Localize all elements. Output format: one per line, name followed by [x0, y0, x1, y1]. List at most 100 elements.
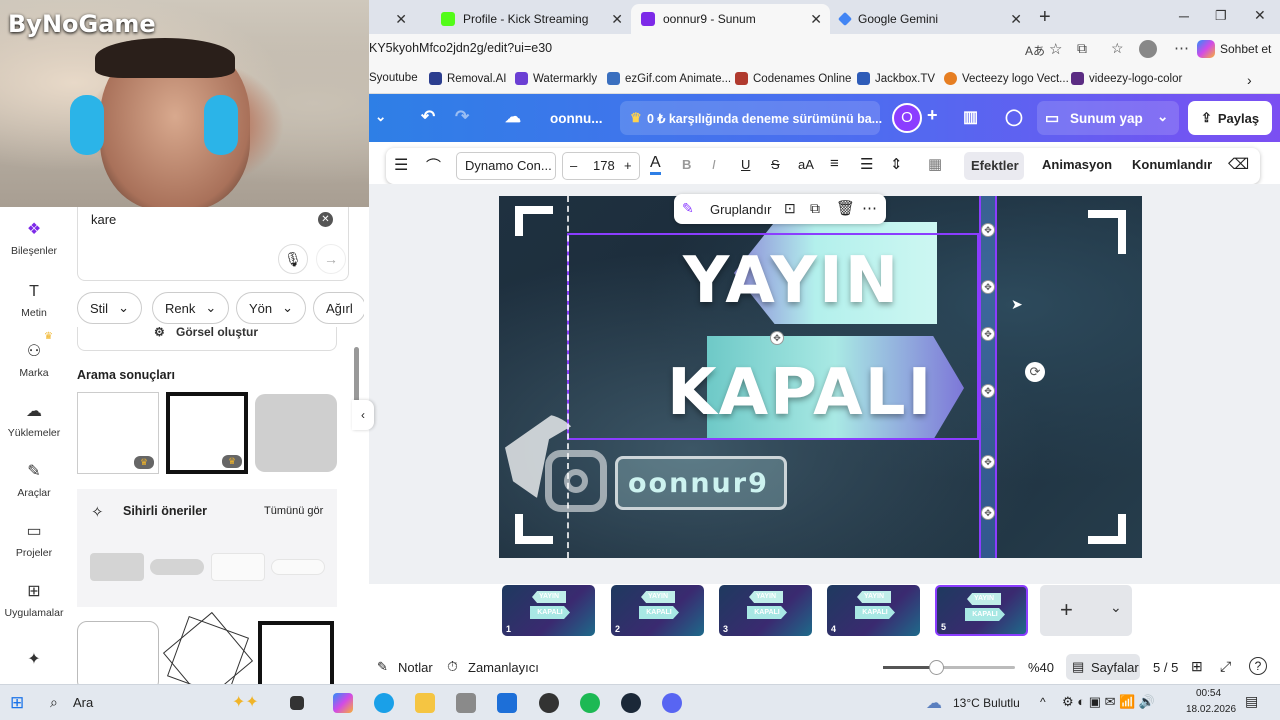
page-thumb-3[interactable]: YAYIN KAPALI 3: [719, 585, 812, 636]
suggestion-shape[interactable]: [211, 553, 265, 581]
timer-button[interactable]: Zamanlayıcı: [468, 660, 539, 675]
filter-weight[interactable]: Ağırl: [313, 292, 364, 324]
italic-icon[interactable]: I: [712, 157, 716, 172]
extensions-icon[interactable]: ⧉: [1077, 40, 1087, 57]
trash-icon[interactable]: 🗑: [836, 199, 855, 217]
read-aloud-icon[interactable]: Aあ: [1025, 42, 1045, 59]
result-item-2[interactable]: ♛: [166, 392, 248, 474]
edge-icon[interactable]: [374, 693, 394, 713]
bookmark-videezy[interactable]: videezy-logo-color: [1071, 72, 1182, 85]
strikethrough-icon[interactable]: S: [771, 157, 780, 172]
tab-canva[interactable]: oonnur9 - Sunum ✕: [631, 4, 830, 34]
font-size-value[interactable]: 178: [593, 158, 615, 173]
bookmark-removal[interactable]: Removal.AI: [429, 72, 506, 85]
menu-icon[interactable]: ☰: [394, 155, 408, 175]
minimize-button[interactable]: ─: [1179, 8, 1189, 24]
page-thumb-1[interactable]: YAYIN KAPALI 1: [502, 585, 595, 636]
spotify-icon[interactable]: [580, 693, 600, 713]
font-selector[interactable]: Dynamo Con...: [456, 152, 556, 180]
store-icon[interactable]: [456, 693, 476, 713]
page-counter[interactable]: 5 / 5: [1153, 660, 1178, 675]
rail-projects[interactable]: ▭ Projeler: [0, 523, 68, 559]
outlook-icon[interactable]: [497, 693, 517, 713]
clock-time[interactable]: 00:54: [1196, 688, 1221, 699]
bookmark-watermarkly[interactable]: Watermarkly: [515, 72, 597, 85]
clock-date[interactable]: 18.02.2026: [1186, 704, 1236, 715]
suggestion-shape[interactable]: [150, 559, 204, 575]
more-menu-icon[interactable]: ⋯: [1174, 39, 1189, 57]
comment-icon[interactable]: ◯: [1005, 107, 1023, 127]
profile-avatar[interactable]: [1139, 40, 1157, 58]
align-center-icon[interactable]: ≡: [830, 155, 839, 172]
result-brush-square[interactable]: [258, 621, 334, 684]
insights-icon[interactable]: ▥: [963, 107, 978, 127]
search-input[interactable]: kare: [91, 212, 116, 227]
arrow-right-icon[interactable]: →: [316, 244, 346, 274]
page-thumb-5[interactable]: YAYIN KAPALI 5: [935, 585, 1028, 636]
discord-icon[interactable]: [662, 693, 682, 713]
chevron-down-icon[interactable]: ⌄: [375, 109, 386, 125]
bookmark-ezgif[interactable]: ezGif.com Animate...: [607, 72, 731, 85]
suggestion-shape[interactable]: [90, 553, 144, 581]
tab-close-previous[interactable]: ✕: [381, 4, 421, 34]
result-rounded-square[interactable]: [77, 621, 159, 684]
doc-title[interactable]: oonnu...: [550, 111, 602, 126]
cloud-save-icon[interactable]: ☁: [505, 107, 521, 127]
obs-icon[interactable]: [539, 693, 559, 713]
bookmark-vecteezy[interactable]: Vecteezy logo Vect...: [944, 72, 1069, 85]
vertical-handle[interactable]: ✥: [981, 327, 995, 341]
position-button[interactable]: Konumlandır: [1132, 157, 1212, 172]
present-button[interactable]: ▭ Sunum yap ⌄: [1037, 101, 1179, 135]
chevron-down-icon[interactable]: ⌄: [1110, 599, 1122, 616]
rail-more[interactable]: ✦: [0, 651, 68, 675]
rail-apps[interactable]: ⊞ Uygulamalar: [0, 583, 68, 619]
help-button[interactable]: ?: [1249, 657, 1267, 675]
add-page-button[interactable]: + ⌄: [1040, 585, 1132, 636]
clear-search-icon[interactable]: ✕: [318, 212, 333, 227]
group-button[interactable]: Gruplandır: [710, 202, 771, 217]
result-item-3[interactable]: [255, 394, 337, 472]
rail-uploads[interactable]: ☁ Yüklemeler: [0, 403, 68, 439]
close-icon[interactable]: ✕: [1010, 11, 1022, 28]
add-collaborator-icon[interactable]: +: [927, 105, 938, 126]
font-size-stepper[interactable]: – 178 +: [562, 152, 640, 180]
vertical-handle[interactable]: ✥: [981, 455, 995, 469]
zoom-slider[interactable]: [883, 660, 1015, 675]
underline-icon[interactable]: U: [741, 157, 750, 172]
spacing-icon[interactable]: ⇕: [890, 155, 903, 173]
result-item-1[interactable]: ♛: [77, 392, 159, 474]
vertical-handle[interactable]: ✥: [981, 223, 995, 237]
task-view-icon[interactable]: [290, 696, 304, 710]
see-all-link[interactable]: Tümünü gör: [264, 505, 323, 517]
collaborator-avatar[interactable]: O: [892, 103, 922, 133]
duplicate-icon[interactable]: ⧉: [810, 200, 820, 217]
notes-button[interactable]: Notlar: [398, 660, 433, 675]
letter-case-icon[interactable]: aA: [798, 157, 814, 172]
taskbar-search[interactable]: Ara: [73, 695, 93, 710]
rail-brand[interactable]: ⚇ Marka: [0, 343, 68, 379]
weather-text[interactable]: 13°C Bulutlu: [953, 696, 1020, 710]
search-box[interactable]: kare ✕ 🎙 →: [77, 207, 349, 281]
decrease-size-button[interactable]: –: [570, 158, 577, 173]
chevron-right-icon[interactable]: ›: [1247, 72, 1252, 88]
tab-gemini[interactable]: Google Gemini ✕: [830, 4, 1030, 34]
maximize-button[interactable]: ❐: [1215, 8, 1227, 24]
vertical-element-selected[interactable]: [979, 196, 997, 558]
generate-image-button[interactable]: ⚙ Görsel oluştur: [77, 327, 337, 351]
rail-text[interactable]: T Metin: [0, 283, 68, 319]
lock-icon[interactable]: ⊡: [784, 200, 796, 217]
selection-handle[interactable]: ✥: [770, 331, 784, 345]
rotate-icon[interactable]: ⟳: [1025, 362, 1045, 382]
windows-start-icon[interactable]: ⊞: [10, 693, 24, 713]
favorite-star-icon[interactable]: ☆: [1049, 40, 1062, 58]
collapse-panel-button[interactable]: ‹: [352, 400, 374, 430]
increase-size-button[interactable]: +: [624, 158, 632, 173]
tab-kick[interactable]: Profile - Kick Streaming ✕: [431, 4, 631, 34]
vertical-handle[interactable]: ✥: [981, 506, 995, 520]
bookmark-youtube[interactable]: Syoutube: [369, 72, 418, 84]
steam-icon[interactable]: [621, 693, 641, 713]
page-thumb-2[interactable]: YAYIN KAPALI 2: [611, 585, 704, 636]
notifications-icon[interactable]: ▤: [1245, 693, 1258, 710]
curve-icon[interactable]: ⌒: [426, 155, 441, 176]
zoom-slider-knob[interactable]: [929, 660, 944, 675]
